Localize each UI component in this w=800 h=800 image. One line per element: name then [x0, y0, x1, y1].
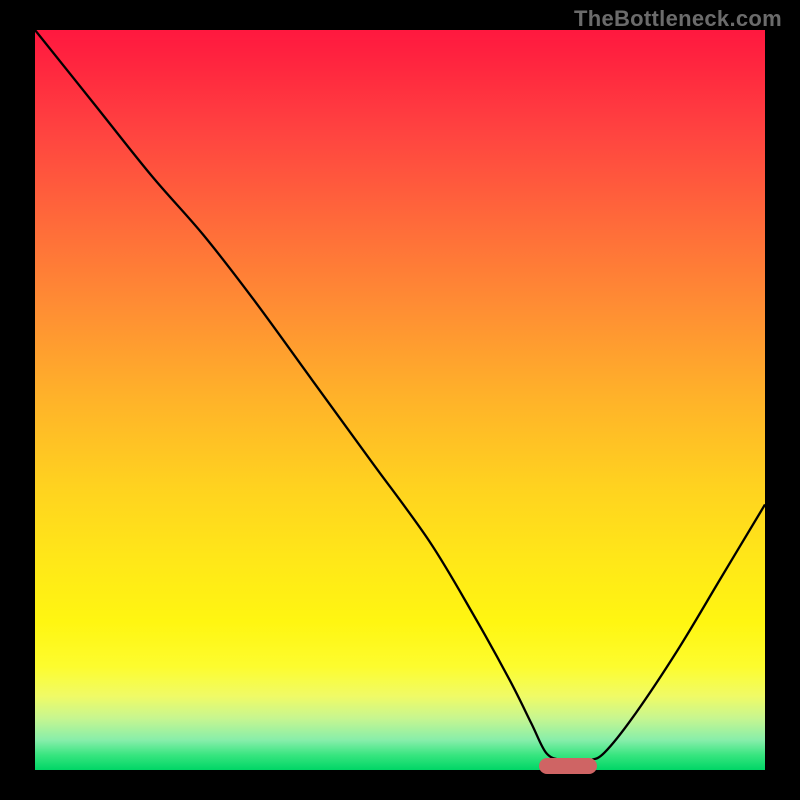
optimal-marker: [539, 758, 597, 774]
watermark-text: TheBottleneck.com: [574, 6, 782, 32]
curve-layer: [35, 30, 765, 760]
plot-area: [35, 30, 765, 770]
chart-frame: TheBottleneck.com: [0, 0, 800, 800]
bottleneck-curve-path: [35, 30, 765, 760]
